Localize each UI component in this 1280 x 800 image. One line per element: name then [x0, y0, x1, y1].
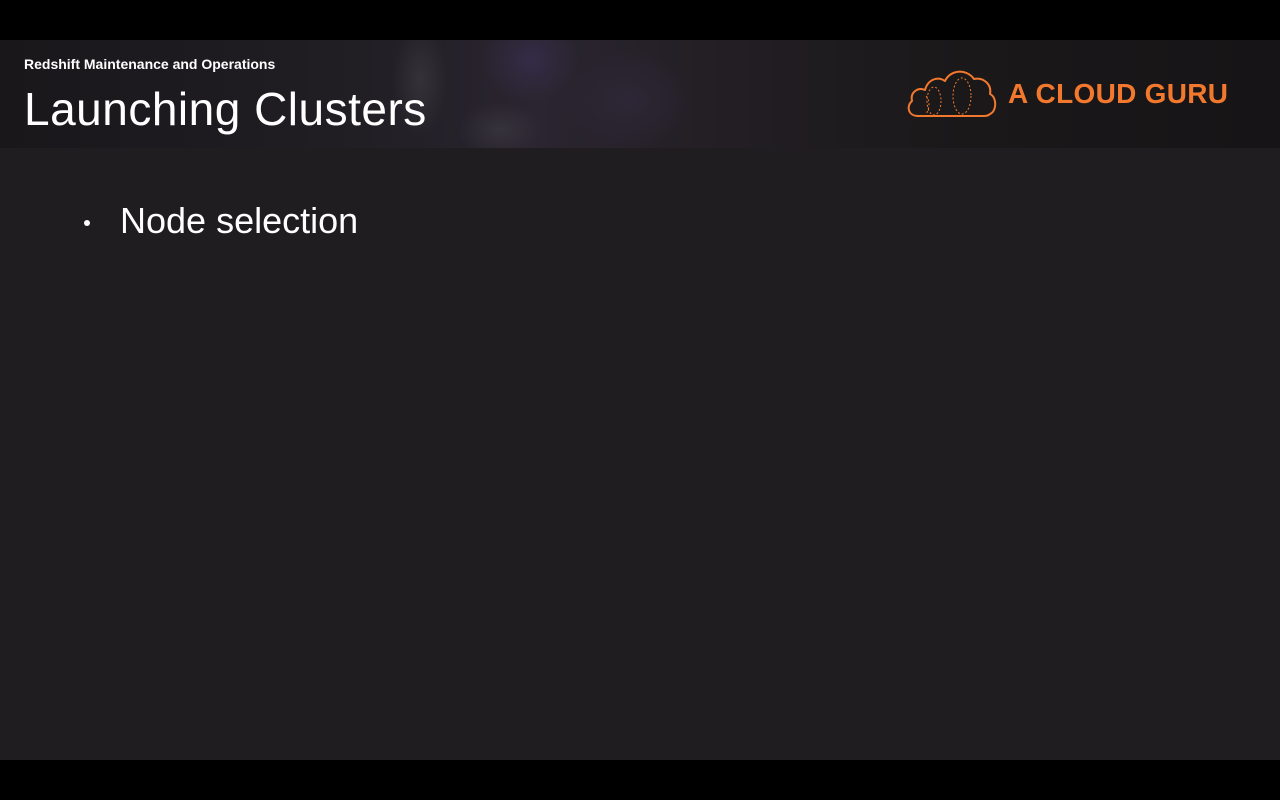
course-subtitle: Redshift Maintenance and Operations: [24, 56, 276, 72]
header-background-photo: [380, 40, 800, 148]
cloud-icon: [907, 70, 997, 117]
slide-title: Launching Clusters: [24, 83, 427, 135]
slide-content: Node selection: [0, 148, 1280, 760]
bullet-text: Node selection: [120, 200, 359, 241]
a-cloud-guru-logo: A CLOUD GURU: [904, 66, 1244, 122]
letterbox-bottom: [0, 760, 1280, 800]
letterbox-top: [0, 0, 1280, 40]
logo-wordmark: A CLOUD GURU: [1008, 78, 1229, 109]
slide-header: Redshift Maintenance and Operations Laun…: [0, 40, 1280, 148]
bullet-dot-icon: [84, 220, 90, 226]
slide: Redshift Maintenance and Operations Laun…: [0, 40, 1280, 760]
